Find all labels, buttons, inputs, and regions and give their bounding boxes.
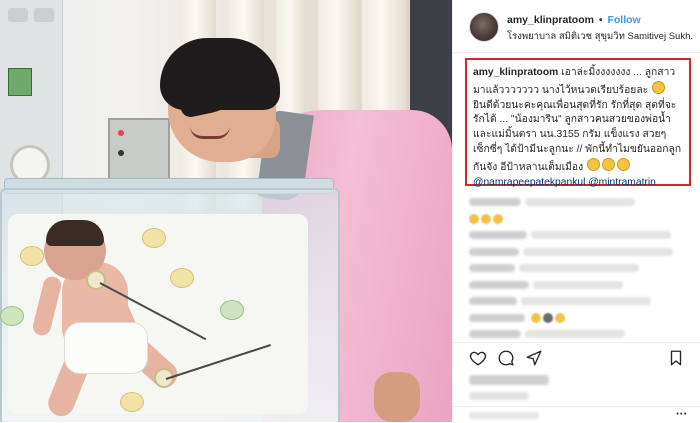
comment-row [469,227,691,244]
sensor-patch [86,270,106,290]
comment-input[interactable] [469,412,539,419]
comment-icon[interactable] [497,349,515,367]
post-header: amy_klinpratoom • Follow โรงพยาบาล สมิติ… [453,0,700,53]
sheet-pattern [142,228,166,248]
sheet-pattern [120,392,144,412]
diaper [64,322,148,374]
comment-row [469,326,691,343]
caption-author-link[interactable]: amy_klinpratoom [473,67,558,78]
emoji-icon [652,80,666,94]
location-link[interactable]: โรงพยาบาล สมิติเวช สุขุมวิท Samitivej Su… [507,29,693,44]
caption-text: ยินดีด้วยนะคะคุณเพื่อนสุดที่รัก รักที่สุ… [473,99,682,173]
post-date [469,392,529,400]
instagram-post-screenshot: amy_klinpratoom • Follow โรงพยาบาล สมิติ… [0,0,700,422]
add-comment-row: ··· [453,406,700,423]
emoji-icon [617,157,631,171]
bookmark-icon[interactable] [667,349,685,367]
share-icon[interactable] [525,349,543,367]
comment-row [469,293,691,310]
likes-count[interactable] [469,375,549,385]
emoji-icon [602,157,616,171]
mention-link[interactable]: @mintramatrin [588,177,656,188]
comment-row [469,277,691,294]
follow-button[interactable]: Follow [607,14,640,26]
avatar[interactable] [469,12,499,42]
header-user-row: amy_klinpratoom • Follow [507,14,641,26]
emoji-icon [587,157,601,171]
comment-row [469,244,691,261]
more-options-icon[interactable]: ··· [676,409,687,420]
caption: amy_klinpratoom เอาล่ะมิ้งงงงงงง ... ลูก… [473,66,685,190]
comments-list [469,194,691,343]
username-link[interactable]: amy_klinpratoom [507,14,594,26]
post-side-panel: amy_klinpratoom • Follow โรงพยาบาล สมิติ… [452,0,700,422]
post-photo[interactable] [0,0,452,422]
comment-row [469,310,691,327]
comment-row [469,194,691,211]
baby-hair [46,220,104,246]
caption-highlight-box: amy_klinpratoom เอาล่ะมิ้งงงงงงง ... ลูก… [465,58,691,188]
sheet-pattern [20,246,44,266]
comment-row [469,260,691,277]
action-bar [453,342,700,371]
sheet-pattern [170,268,194,288]
man-hand [374,372,420,422]
comment-row [469,211,691,228]
sheet-pattern [220,300,244,320]
mention-link[interactable]: @namrapeepatekpankul [473,177,585,188]
separator-dot: • [598,14,603,26]
heart-icon[interactable] [469,349,487,367]
sheet-pattern [0,306,24,326]
